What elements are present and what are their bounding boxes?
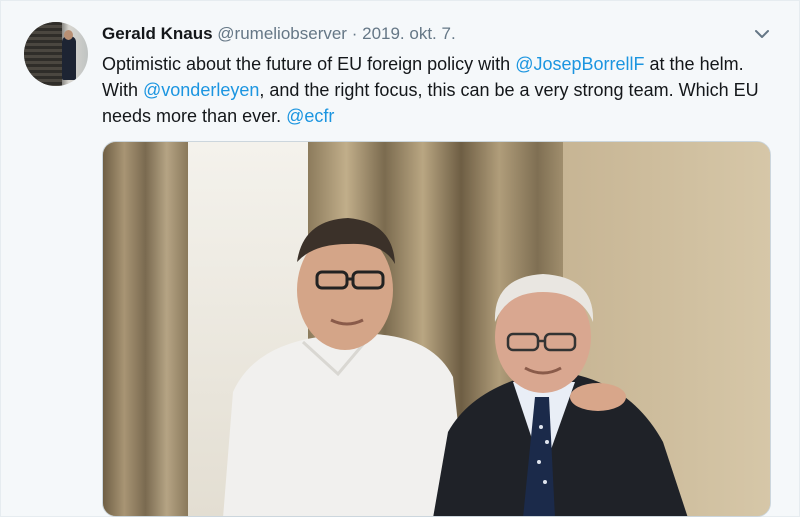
avatar-figure [62,36,76,80]
tweet-text-part: Optimistic about the future of EU foreig… [102,54,516,74]
avatar-figure-head [64,30,73,40]
tweet-photo[interactable] [102,141,771,517]
mention-link[interactable]: @vonderleyen [143,80,259,100]
avatar[interactable] [24,22,88,86]
tweet-photo-image [103,142,770,516]
mention-link[interactable]: @JosepBorrellF [515,54,644,74]
avatar-background [24,22,62,86]
tweet-card[interactable]: Gerald Knaus @rumeliobserver · 2019. okt… [0,0,800,517]
author-name[interactable]: Gerald Knaus [102,24,213,43]
tweet-text: Optimistic about the future of EU foreig… [102,51,782,129]
header-separator: · [351,24,358,43]
tweet-date[interactable]: 2019. okt. 7. [362,24,456,43]
tweet-header: Gerald Knaus @rumeliobserver · 2019. okt… [102,23,456,45]
author-handle[interactable]: @rumeliobserver [217,24,347,43]
mention-link[interactable]: @ecfr [286,106,334,126]
chevron-down-icon[interactable] [753,25,771,43]
